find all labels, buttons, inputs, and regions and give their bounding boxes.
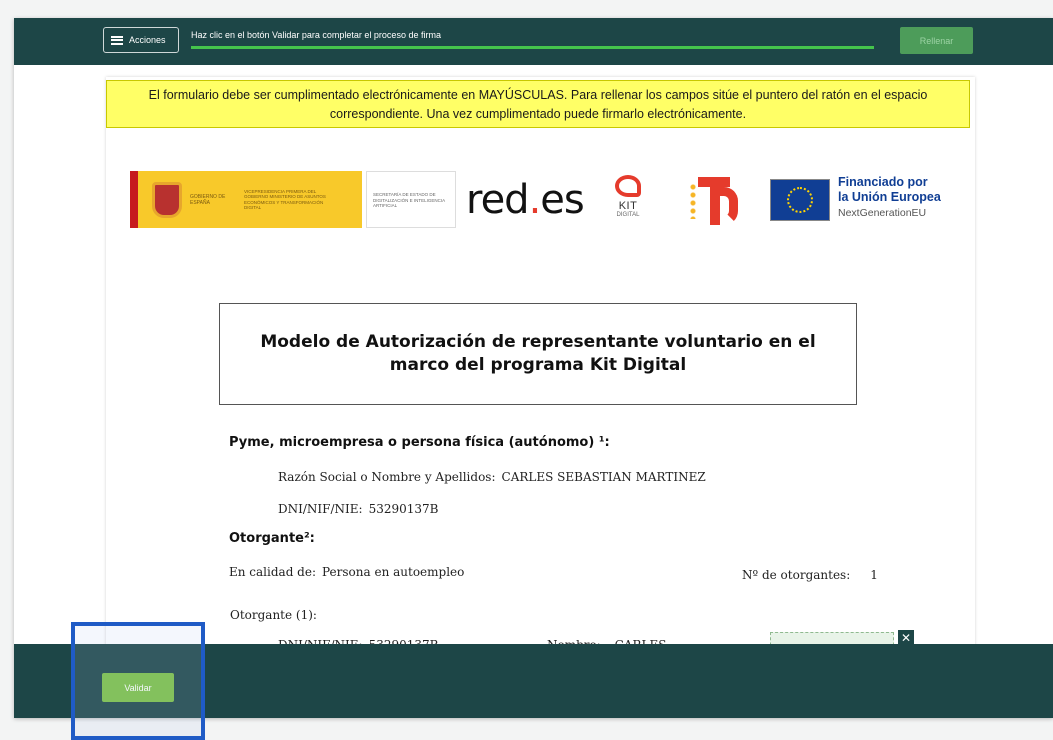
validar-button[interactable]: Validar (102, 673, 174, 702)
eu-flag-icon (770, 179, 830, 221)
app-frame: Acciones Haz clic en el botón Validar pa… (14, 18, 1053, 718)
hamburger-icon (111, 35, 123, 45)
notice-line-1: El formulario debe ser cumplimentado ele… (148, 88, 928, 102)
tr-arm (720, 187, 738, 225)
kit-text: KIT (618, 200, 638, 212)
eu-funding-logo: Financiado por la Unión Europea NextGene… (770, 175, 980, 229)
form-title-box: Modelo de Autorización de representante … (219, 303, 857, 405)
redes-text-a: red (466, 177, 530, 223)
instruction-message: Haz clic en el botón Validar para comple… (191, 30, 441, 40)
ministry-text: VICEPRESIDENCIA PRIMERA DEL GOBIERNO MIN… (244, 188, 326, 211)
document-page: El formulario debe ser cumplimentado ele… (106, 77, 975, 682)
calidad-row: En calidad de: Persona en autoempleo (229, 565, 464, 579)
progress-bar (191, 46, 874, 49)
redes-text-b: es (540, 177, 584, 223)
form-title: Modelo de Autorización de representante … (260, 332, 816, 375)
otorgante-heading: Otorgante²: (229, 531, 315, 546)
redes-dot: . (528, 177, 542, 223)
gobierno-text: GOBIERNO DE ESPAÑA (190, 193, 226, 206)
num-otorgantes-field[interactable]: 1 (870, 568, 878, 582)
razon-social-field[interactable]: CARLES SEBASTIAN MARTINEZ (502, 470, 706, 484)
redes-logo: red.es (466, 177, 585, 223)
eu-text-main: Financiado por la Unión Europea (838, 175, 941, 205)
kit-digital-logo: KIT DIGITAL (610, 175, 646, 231)
kit-sub-text: DIGITAL (616, 212, 640, 218)
top-toolbar: Acciones Haz clic en el botón Validar pa… (14, 18, 1053, 65)
calidad-label: En calidad de: (229, 565, 317, 579)
tr-dots (688, 183, 698, 219)
progress-fill (191, 46, 874, 49)
logos-banner: GOBIERNO DE ESPAÑA VICEPRESIDENCIA PRIME… (130, 171, 960, 241)
recovery-plan-logo (688, 177, 744, 225)
coat-of-arms-icon (152, 181, 182, 218)
notice-line-2: correspondiente. Una vez cumplimentado p… (329, 107, 747, 121)
acciones-menu-button[interactable]: Acciones (103, 27, 179, 53)
pyme-dni-row: DNI/NIF/NIE: 53290137B (278, 502, 438, 516)
pyme-dni-field[interactable]: 53290137B (369, 502, 439, 516)
tr-bar (698, 177, 730, 187)
num-otorgantes-row: Nº de otorgantes: 1 (742, 568, 878, 582)
gobierno-logo: GOBIERNO DE ESPAÑA VICEPRESIDENCIA PRIME… (130, 171, 362, 228)
eu-line-1: Financiado por (838, 175, 928, 189)
rellenar-button[interactable]: Rellenar (900, 27, 973, 54)
num-otorgantes-label: Nº de otorgantes: (742, 568, 851, 582)
instructions-notice: El formulario debe ser cumplimentado ele… (106, 80, 970, 128)
eu-stars-ring (787, 187, 813, 213)
tr-stem (710, 187, 720, 225)
acciones-label: Acciones (129, 35, 166, 45)
kit-digital-mark-icon (615, 175, 641, 197)
bottom-toolbar: Validar (14, 644, 1053, 718)
spain-flag-strip (130, 171, 138, 228)
otorgante-1-label: Otorgante (1): (230, 608, 317, 622)
razon-social-label: Razón Social o Nombre y Apellidos: (278, 470, 496, 484)
eu-line-2: la Unión Europea (838, 190, 941, 204)
sedia-logo: SECRETARÍA DE ESTADO DE DIGITALIZACIÓN E… (366, 171, 456, 228)
pyme-heading: Pyme, microempresa o persona física (aut… (229, 435, 610, 450)
pyme-dni-label: DNI/NIF/NIE: (278, 502, 363, 516)
razon-social-row: Razón Social o Nombre y Apellidos: CARLES… (278, 470, 706, 484)
eu-nextgen-text: NextGenerationEU (838, 207, 927, 219)
calidad-field[interactable]: Persona en autoempleo (322, 565, 464, 579)
